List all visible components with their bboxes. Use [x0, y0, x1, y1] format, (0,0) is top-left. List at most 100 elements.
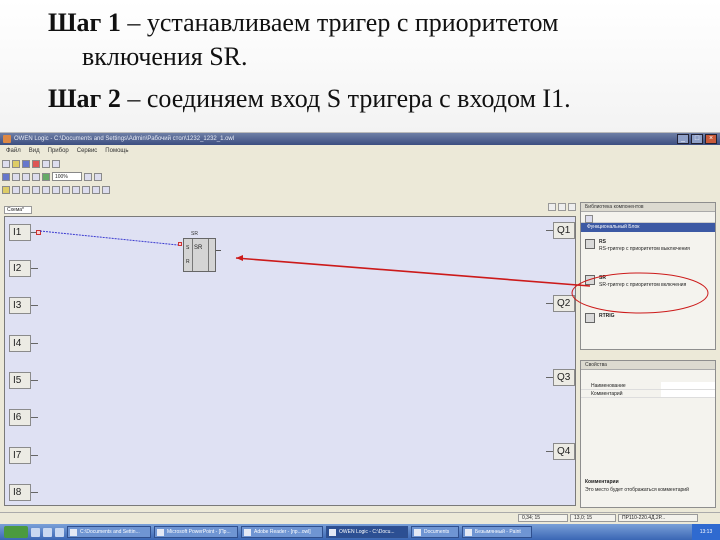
property-row[interactable]: Наименование: [581, 382, 715, 390]
menu-view[interactable]: Вид: [29, 146, 40, 156]
taskbar-item[interactable]: Microsoft PowerPoint - [Пр...: [154, 526, 238, 538]
quicklaunch-icon[interactable]: [43, 527, 52, 537]
zoom-select[interactable]: 100%: [52, 172, 82, 181]
block-icon-2[interactable]: [82, 185, 90, 194]
maximize-button[interactable]: □: [691, 134, 703, 144]
upload-icon[interactable]: [52, 159, 60, 168]
start-button[interactable]: [4, 526, 28, 538]
quicklaunch-icon[interactable]: [31, 527, 40, 537]
quicklaunch-icon[interactable]: [55, 527, 64, 537]
not-block-icon[interactable]: [22, 185, 30, 194]
property-key: Комментарий: [591, 391, 623, 397]
close-button[interactable]: ×: [705, 134, 717, 144]
input-i7[interactable]: I7: [9, 447, 38, 464]
sr-input-r-label: R: [186, 259, 190, 265]
comment-text: Это место будет отображаться комментарий: [585, 487, 689, 493]
input-i5[interactable]: I5: [9, 372, 38, 389]
status-position: 13,0; 15: [570, 514, 616, 522]
input-i6[interactable]: I6: [9, 409, 38, 426]
library-item-name: RTRIG: [599, 313, 615, 319]
paste-icon[interactable]: [32, 172, 40, 181]
input-i2[interactable]: I2: [9, 260, 38, 277]
toolbar-edit: 100%: [2, 171, 102, 182]
library-item-desc: SR-триггер с приоритетом включения: [599, 282, 687, 288]
cut-icon[interactable]: [12, 172, 20, 181]
property-key: Наименование: [591, 383, 626, 389]
sr-block-divider: [208, 239, 209, 271]
zoom-out-icon[interactable]: [94, 172, 102, 181]
menu-file[interactable]: Файл: [6, 146, 21, 156]
clock: 13:13: [692, 524, 720, 540]
undo-icon[interactable]: [42, 172, 50, 181]
window-title: OWEN Logic - C:\Documents and Settings\A…: [14, 136, 235, 142]
tab-schema[interactable]: Схема*: [4, 206, 32, 214]
step1-text: – устанавливаем тригер с приоритетом: [120, 8, 559, 37]
library-category[interactable]: Функциональный Блок: [581, 223, 715, 232]
property-value[interactable]: [661, 382, 715, 389]
status-cursor: 0,34; 15: [518, 514, 568, 522]
xor-block-icon[interactable]: [32, 185, 40, 194]
sr-input-s-pin[interactable]: [178, 242, 182, 246]
step1-label: Шаг 1: [48, 8, 121, 37]
output-q1[interactable]: Q1: [546, 222, 575, 239]
step2-line: Шаг 2 – соединяем вход S тригера с входо…: [48, 82, 688, 116]
timer-block-icon[interactable]: [52, 185, 60, 194]
canvas-nav-left-icon[interactable]: [548, 203, 556, 211]
menu-device[interactable]: Прибор: [48, 146, 69, 156]
new-file-icon[interactable]: [2, 159, 10, 168]
taskbar-item[interactable]: Безымянный - Paint: [462, 526, 532, 538]
schema-canvas[interactable]: I1 I2 I3 I4 I5 I6 I7 I8 Q1 Q2 Q3 Q4 SR S…: [4, 216, 576, 506]
taskbar-item[interactable]: Documents: [411, 526, 459, 538]
print-icon[interactable]: [42, 159, 50, 168]
open-file-icon[interactable]: [12, 159, 20, 168]
input-i8[interactable]: I8: [9, 484, 38, 501]
library-item-name: RS: [599, 239, 606, 245]
and-block-icon[interactable]: [2, 185, 10, 194]
input-i3[interactable]: I3: [9, 297, 38, 314]
library-toolbar: [581, 212, 715, 223]
taskbar-item[interactable]: Adobe Reader - [пр...owl]: [241, 526, 323, 538]
library-view-icon[interactable]: [585, 215, 593, 223]
input-i1[interactable]: I1: [9, 224, 38, 241]
canvas-close-icon[interactable]: [568, 203, 576, 211]
device-icon[interactable]: [32, 159, 40, 168]
sr-output-pin[interactable]: [216, 250, 221, 251]
canvas-nav-right-icon[interactable]: [558, 203, 566, 211]
output-q4[interactable]: Q4: [546, 443, 575, 460]
window-titlebar[interactable]: OWEN Logic - C:\Documents and Settings\A…: [0, 133, 720, 145]
comment-title: Комментарии: [585, 479, 619, 485]
counter-block-icon[interactable]: [62, 185, 70, 194]
i1-connection-port[interactable]: [36, 230, 41, 235]
block-icon-4[interactable]: [102, 185, 110, 194]
trigger-block-icon[interactable]: [42, 185, 50, 194]
rtrig-block-icon: [585, 313, 595, 323]
sr-block-icon: [585, 275, 595, 285]
block-icon-3[interactable]: [92, 185, 100, 194]
property-row[interactable]: Комментарий: [581, 390, 715, 398]
window-controls: _ □ ×: [677, 134, 717, 144]
property-value[interactable]: [661, 390, 715, 397]
output-q3[interactable]: Q3: [546, 369, 575, 386]
properties-panel: Свойства Наименование Комментарий Коммен…: [580, 360, 716, 508]
status-device: ПР110-220.4Д.2Р...: [618, 514, 698, 522]
menu-service[interactable]: Сервис: [77, 146, 98, 156]
app-icon: [3, 135, 11, 143]
taskbar-item-active[interactable]: OWEN Logic - C:\Docu...: [326, 526, 408, 538]
grid-icon[interactable]: [2, 172, 10, 181]
step1-line: Шаг 1 – устанавливаем тригер с приоритет…: [48, 6, 688, 40]
minimize-button[interactable]: _: [677, 134, 689, 144]
owen-logic-window: OWEN Logic - C:\Documents and Settings\A…: [0, 133, 720, 540]
sr-block-tag: SR: [191, 231, 198, 237]
menu-help[interactable]: Помощь: [105, 146, 128, 156]
input-i4[interactable]: I4: [9, 335, 38, 352]
or-block-icon[interactable]: [12, 185, 20, 194]
sr-trigger-block[interactable]: S R SR: [183, 238, 216, 272]
zoom-in-icon[interactable]: [84, 172, 92, 181]
copy-icon[interactable]: [22, 172, 30, 181]
toolbar-blocks: [2, 184, 110, 195]
step2-text: – соединяем вход S тригера с входом I1.: [120, 84, 571, 113]
block-icon[interactable]: [72, 185, 80, 194]
save-icon[interactable]: [22, 159, 30, 168]
taskbar-item[interactable]: C:\Documents and Settin...: [67, 526, 151, 538]
output-q2[interactable]: Q2: [546, 295, 575, 312]
